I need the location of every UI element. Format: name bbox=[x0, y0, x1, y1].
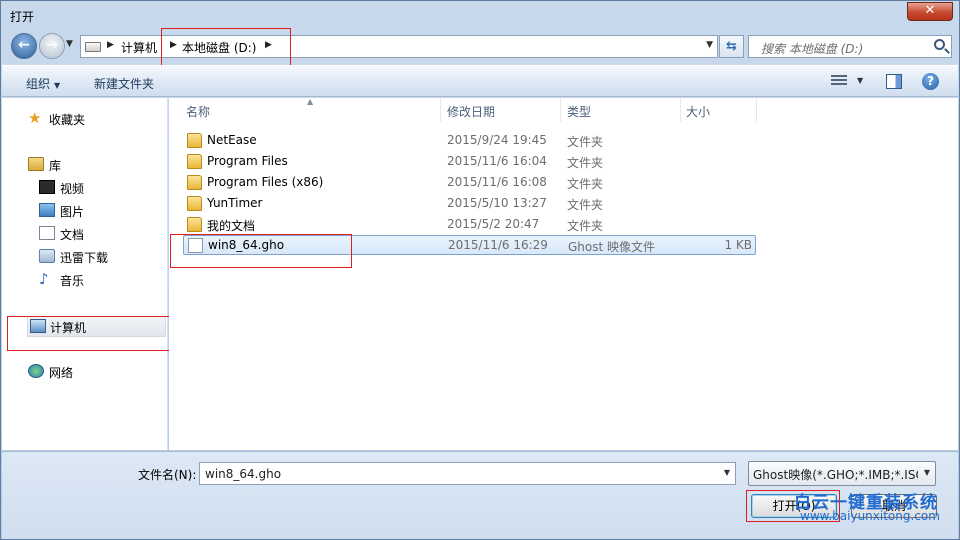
column-header-name[interactable]: 名称 bbox=[186, 103, 210, 120]
file-modified: 2015/11/6 16:04 bbox=[447, 154, 547, 168]
folder-icon bbox=[187, 217, 202, 232]
nav-item-label: 库 bbox=[49, 159, 62, 173]
navigation-pane: ★ 收藏夹 库 视频 图片 文档 迅雷下载 ♪ 音乐 计算机 网络 bbox=[2, 98, 168, 450]
file-type: 文件夹 bbox=[567, 156, 604, 170]
filetype-select[interactable]: Ghost映像(*.GHO;*.IMB;*.ISO ▼ bbox=[748, 461, 936, 486]
highlight-box bbox=[170, 234, 352, 268]
file-name: Program Files bbox=[207, 154, 288, 168]
file-type: 文件夹 bbox=[567, 198, 604, 212]
column-divider[interactable] bbox=[756, 98, 757, 122]
open-file-dialog: 打开 ✕ ← → ▼ ▶ 计算机 ▶ 本地磁盘 (D:) ▶ ▼ ⇆ 搜索 本地… bbox=[0, 0, 960, 540]
view-options-icon[interactable] bbox=[831, 75, 847, 88]
file-type: 文件夹 bbox=[567, 219, 604, 233]
column-header-modified[interactable]: 修改日期 bbox=[447, 103, 495, 120]
chevron-down-icon: ▼ bbox=[54, 81, 61, 90]
nav-item-label: 迅雷下载 bbox=[60, 251, 109, 265]
help-icon[interactable]: ? bbox=[922, 73, 939, 90]
file-modified: 2015/11/6 16:08 bbox=[447, 175, 547, 189]
file-modified: 2015/5/10 13:27 bbox=[447, 196, 547, 210]
file-row-yuntimer[interactable]: YunTimer 2015/5/10 13:27 文件夹 bbox=[183, 194, 756, 214]
file-name: Program Files (x86) bbox=[207, 175, 324, 189]
nav-item-label: 音乐 bbox=[60, 274, 85, 288]
window-title: 打开 bbox=[10, 10, 35, 24]
folder-icon bbox=[187, 196, 202, 211]
search-placeholder: 搜索 本地磁盘 (D:) bbox=[761, 42, 864, 56]
search-input[interactable]: 搜索 本地磁盘 (D:) bbox=[748, 35, 952, 58]
back-button[interactable]: ← bbox=[11, 33, 37, 59]
folder-icon bbox=[187, 133, 202, 148]
preview-pane-icon[interactable] bbox=[886, 74, 902, 89]
organize-button[interactable]: 组织 ▼ bbox=[26, 75, 60, 92]
music-icon: ♪ bbox=[39, 270, 49, 288]
column-divider[interactable] bbox=[440, 98, 441, 122]
file-row-program-files[interactable]: Program Files 2015/11/6 16:04 文件夹 bbox=[183, 152, 756, 172]
file-row-program-files-x86[interactable]: Program Files (x86) 2015/11/6 16:08 文件夹 bbox=[183, 173, 756, 193]
forward-button[interactable]: → bbox=[39, 33, 65, 59]
highlight-box bbox=[7, 316, 173, 351]
file-name: YunTimer bbox=[207, 196, 263, 210]
file-type: 文件夹 bbox=[567, 135, 604, 149]
drive-icon bbox=[85, 42, 101, 52]
new-folder-button[interactable]: 新建文件夹 bbox=[94, 75, 154, 92]
filename-input[interactable]: win8_64.gho ▼ bbox=[199, 462, 736, 485]
file-size: 1 KB bbox=[724, 238, 752, 252]
column-divider[interactable] bbox=[560, 98, 561, 122]
chevron-down-icon: ▼ bbox=[923, 468, 930, 477]
file-type: Ghost 映像文件 bbox=[568, 240, 656, 254]
star-icon: ★ bbox=[28, 109, 42, 127]
picture-icon bbox=[39, 203, 55, 217]
folder-icon bbox=[187, 154, 202, 169]
recent-pages-dropdown[interactable]: ▼ bbox=[66, 39, 73, 49]
library-icon bbox=[28, 157, 44, 171]
filename-label: 文件名(N): bbox=[138, 468, 197, 482]
video-icon bbox=[39, 180, 55, 194]
close-button[interactable]: ✕ bbox=[907, 2, 953, 21]
nav-item-label: 收藏夹 bbox=[49, 113, 86, 127]
file-type: 文件夹 bbox=[567, 177, 604, 191]
file-modified: 2015/5/2 20:47 bbox=[447, 217, 540, 231]
column-header-type[interactable]: 类型 bbox=[567, 103, 591, 120]
filename-value: win8_64.gho bbox=[205, 467, 282, 481]
nav-item-label: 网络 bbox=[49, 366, 74, 380]
download-icon bbox=[39, 249, 55, 263]
column-divider[interactable] bbox=[680, 98, 681, 122]
filetype-value: Ghost映像(*.GHO;*.IMB;*.ISO bbox=[753, 468, 918, 482]
view-dropdown-icon[interactable]: ▼ bbox=[857, 76, 863, 85]
toolbar: 组织 ▼ 新建文件夹 ▼ ? bbox=[2, 65, 958, 97]
address-row: ← → ▼ ▶ 计算机 ▶ 本地磁盘 (D:) ▶ ▼ ⇆ 搜索 本地磁盘 (D… bbox=[1, 31, 959, 63]
file-name: 我的文档 bbox=[207, 219, 256, 233]
document-icon bbox=[39, 226, 55, 240]
file-row-netease[interactable]: NetEase 2015/9/24 19:45 文件夹 bbox=[183, 131, 756, 151]
file-list: ▲ 名称 修改日期 类型 大小 NetEase 2015/9/24 19:45 … bbox=[169, 97, 958, 450]
nav-item-label: 图片 bbox=[60, 205, 85, 219]
refresh-button[interactable]: ⇆ bbox=[719, 35, 744, 58]
file-modified: 2015/11/6 16:29 bbox=[448, 238, 548, 252]
breadcrumb-computer[interactable]: 计算机 bbox=[121, 39, 157, 56]
breadcrumb-arrow-icon[interactable]: ▶ bbox=[107, 40, 114, 50]
nav-item-label: 文档 bbox=[60, 228, 85, 242]
organize-label: 组织 bbox=[26, 77, 51, 91]
file-name: NetEase bbox=[207, 133, 257, 147]
nav-item-label: 视频 bbox=[60, 182, 85, 196]
address-dropdown-icon[interactable]: ▼ bbox=[706, 40, 713, 50]
sort-ascending-icon: ▲ bbox=[307, 97, 314, 106]
network-icon bbox=[28, 364, 44, 378]
highlight-box bbox=[746, 490, 840, 522]
file-row-my-documents[interactable]: 我的文档 2015/5/2 20:47 文件夹 bbox=[183, 215, 756, 235]
title-bar[interactable]: 打开 ✕ bbox=[1, 1, 959, 31]
search-icon[interactable] bbox=[934, 39, 945, 50]
filename-dropdown-icon[interactable]: ▼ bbox=[724, 468, 730, 477]
column-header-size[interactable]: 大小 bbox=[686, 103, 710, 120]
folder-icon bbox=[187, 175, 202, 190]
file-modified: 2015/9/24 19:45 bbox=[447, 133, 547, 147]
